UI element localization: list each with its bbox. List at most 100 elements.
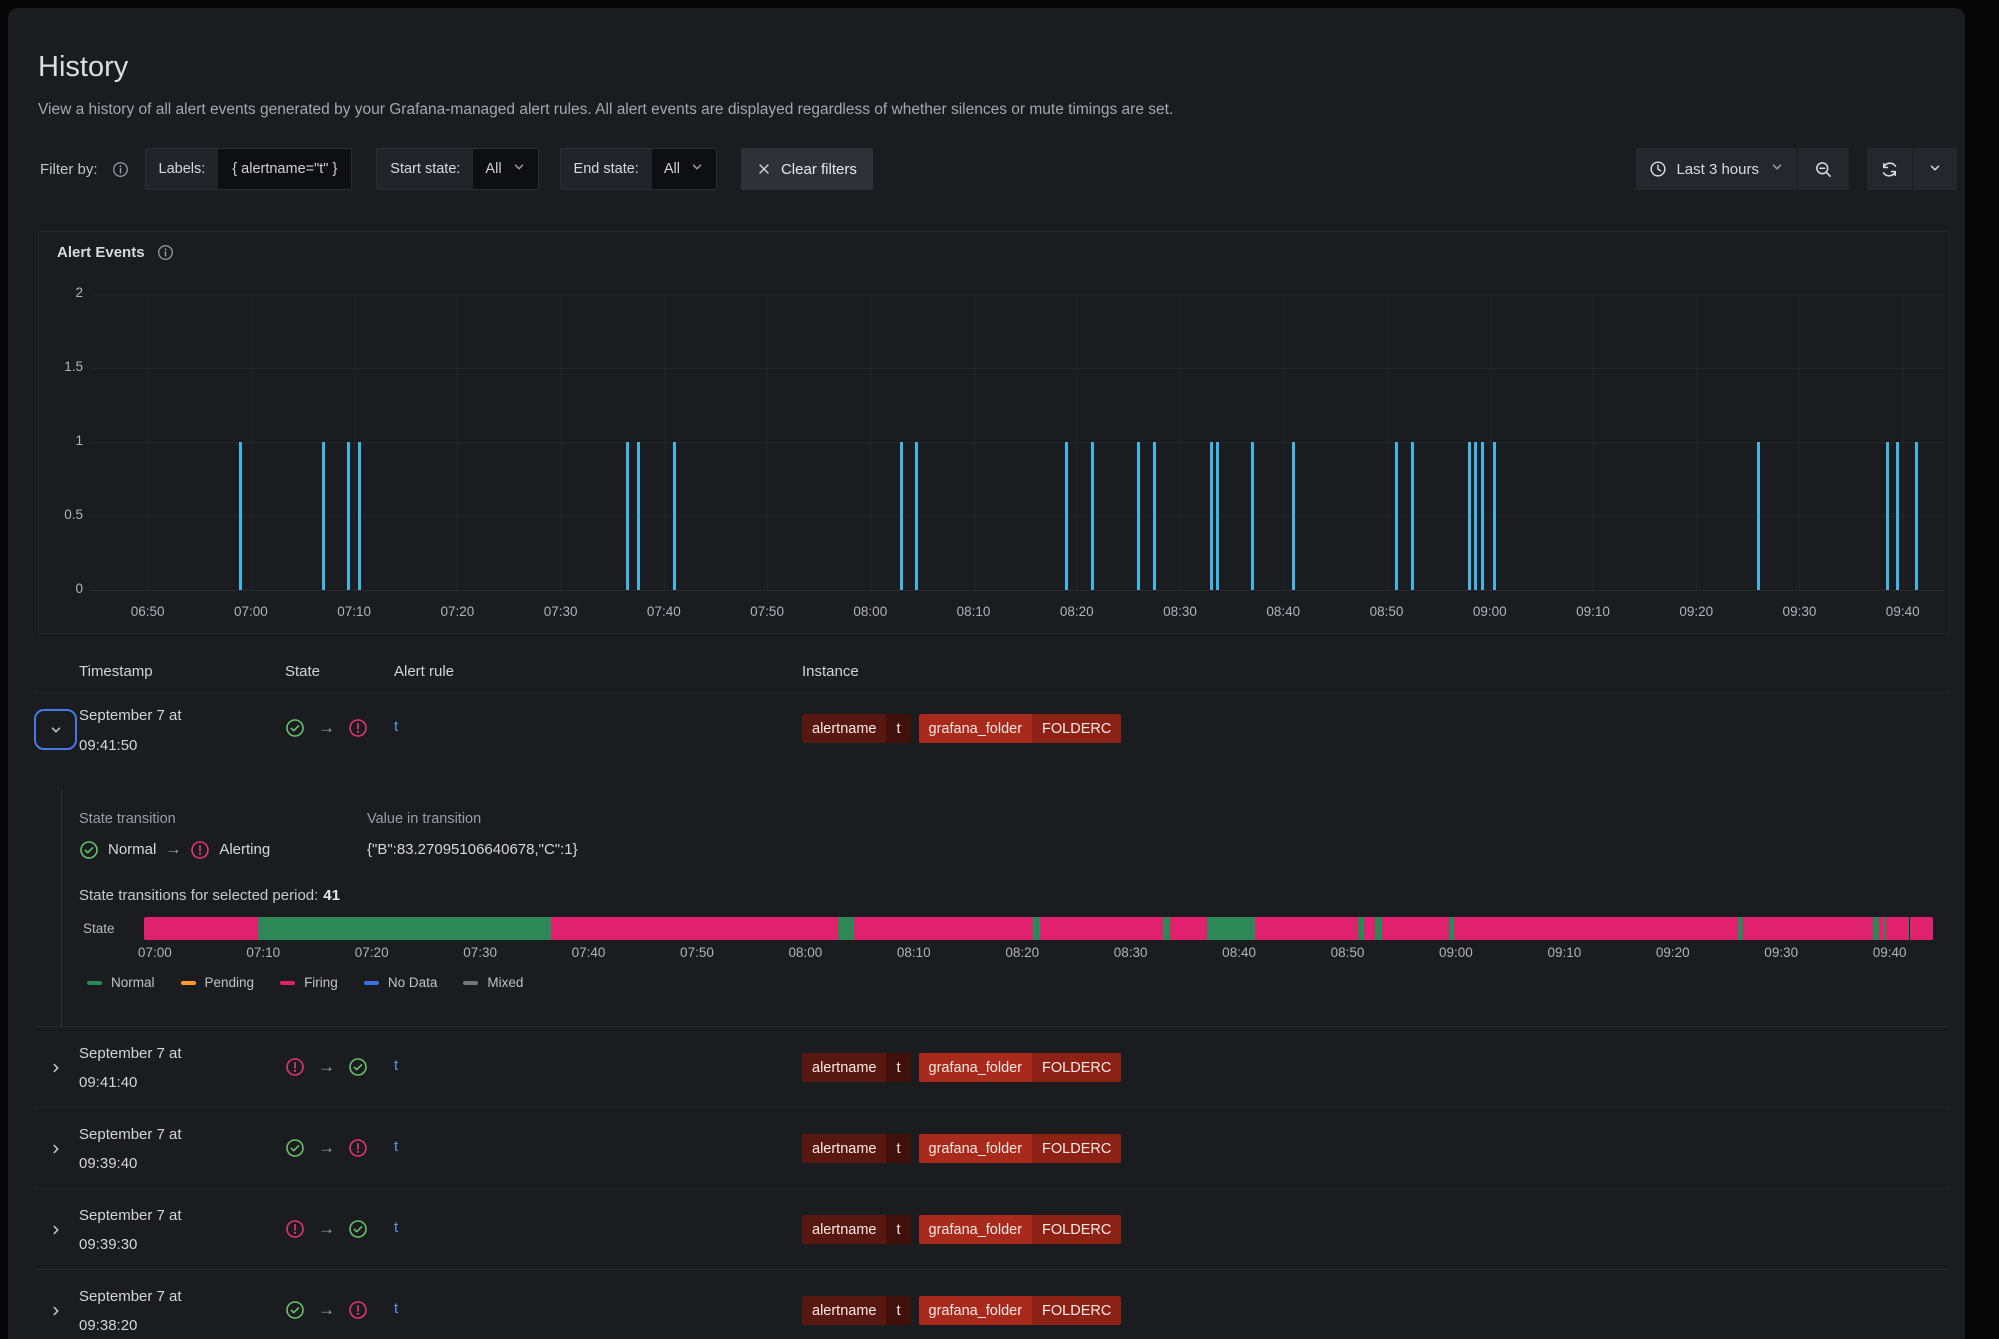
legend-label: Normal [111,975,155,990]
time-zoom-out-button[interactable] [1797,148,1849,190]
start-state-select[interactable]: All [473,149,537,189]
expand-row-button[interactable] [34,1290,77,1331]
x-axis-tick-label: 08:00 [853,604,887,619]
x-axis-tick-label: 09:00 [1473,604,1507,619]
chart-gridline [1696,294,1697,590]
filter-info-icon[interactable] [112,161,129,178]
x-axis-tick-label: 09:40 [1886,604,1920,619]
timeline-tick-label: 08:10 [897,945,931,960]
legend-label: Firing [304,975,338,990]
legend-color-dash [280,981,295,985]
timeline-tick-label: 09:00 [1439,945,1473,960]
chart-gridline [90,442,1944,443]
label-badge-alertname: alertnamet [802,1134,911,1163]
normal-state-icon [348,1219,368,1239]
chart-gridline [1387,294,1388,590]
label-key: grafana_folder [919,1134,1033,1163]
timeline-tick-label: 07:20 [355,945,389,960]
alert-rule-link[interactable]: t [394,718,398,735]
label-key: grafana_folder [919,714,1033,743]
end-state-filter: End state: All [560,148,717,190]
arrow-right-icon: → [165,840,181,860]
alert-rule-link[interactable]: t [394,1138,398,1155]
alert-event-bar [1481,442,1484,590]
label-key: alertname [802,1134,886,1163]
chart-gridline [561,294,562,590]
alert-rule-link[interactable]: t [394,1057,398,1074]
alert-event-bar [1216,442,1219,590]
timeline-segment-normal [1207,917,1256,940]
label-badge-grafana_folder: grafana_folderFOLDERC [919,1296,1122,1325]
chart-gridline [90,516,1944,517]
end-state-select[interactable]: All [652,149,716,189]
refresh-icon [1880,160,1899,179]
alerting-state-icon [285,1219,305,1239]
normal-state-icon [79,840,99,860]
alert-event-bar [1251,442,1254,590]
legend-item-normal: Normal [87,975,155,990]
timeline-tick-label: 08:20 [1005,945,1039,960]
chart-gridline [664,294,665,590]
x-axis-tick-label: 09:10 [1576,604,1610,619]
alert-event-bar [1474,442,1477,590]
timeline-tick-label: 09:10 [1547,945,1581,960]
instance-labels: alertnametgrafana_folderFOLDERC [802,714,1121,743]
legend-item-no-data: No Data [364,975,438,990]
timeline-segment-firing [1454,917,1738,940]
arrow-right-icon: → [318,1138,335,1158]
alerting-state-icon [348,1138,368,1158]
table-row: September 7 at09:39:30→talertnametgrafan… [34,1188,1950,1269]
label-value: t [886,1134,910,1163]
label-key: alertname [802,1296,886,1325]
alert-events-panel: Alert Events 00.511.52 06:5007:0007:1007… [38,231,1950,634]
expand-row-button[interactable] [34,1128,77,1169]
timeline-segment-firing [1364,917,1375,940]
alert-event-bar [1153,442,1156,590]
alert-event-bar [1137,442,1140,590]
expand-row-button[interactable] [34,1209,77,1250]
start-state-value: All [485,161,501,177]
labels-filter-input[interactable]: { alertname="t" } [218,149,351,189]
start-state-filter: Start state: All [376,148,538,190]
alert-events-chart [90,294,1944,590]
alerting-state-icon [348,1300,368,1320]
legend-color-dash [463,981,478,985]
refresh-interval-dropdown[interactable] [1912,148,1957,190]
refresh-button[interactable] [1867,148,1912,190]
time-range-picker[interactable]: Last 3 hours [1636,148,1797,190]
refresh-group [1867,148,1957,190]
chevron-down-icon [1770,160,1784,178]
alert-event-bar [1757,442,1760,590]
chart-gridline [1490,294,1491,590]
end-state-value: All [664,161,680,177]
chart-gridline [354,294,355,590]
clear-filters-button[interactable]: Clear filters [741,148,873,190]
panel-info-icon[interactable] [157,244,174,261]
timeline-tick-label: 09:20 [1656,945,1690,960]
chart-gridline [870,294,871,590]
y-axis-tick-label: 1 [39,433,83,448]
chevron-down-icon [512,160,526,178]
timeline-tick-label: 09:40 [1873,945,1907,960]
x-axis-tick-label: 07:00 [234,604,268,619]
label-badge-grafana_folder: grafana_folderFOLDERC [919,1134,1122,1163]
y-axis-tick-label: 0 [39,581,83,596]
alert-event-bar [239,442,242,590]
row-state-transition: → [285,1300,368,1320]
timeline-row-label: State [83,917,115,940]
panel-title: Alert Events [57,244,145,261]
timeline-segment-firing [1382,917,1449,940]
collapse-row-button[interactable] [34,709,77,750]
alert-event-bar [1896,442,1899,590]
label-badge-alertname: alertnamet [802,1053,911,1082]
expand-row-button[interactable] [34,1047,77,1088]
timeline-segment-firing [1743,917,1873,940]
label-key: grafana_folder [919,1053,1033,1082]
chart-gridline [1077,294,1078,590]
label-key: alertname [802,1215,886,1244]
from-state-label: Normal [108,840,156,860]
alert-rule-link[interactable]: t [394,1219,398,1236]
alerting-state-icon [190,840,210,860]
alert-rule-link[interactable]: t [394,1300,398,1317]
value-in-transition-label: Value in transition [367,810,578,828]
